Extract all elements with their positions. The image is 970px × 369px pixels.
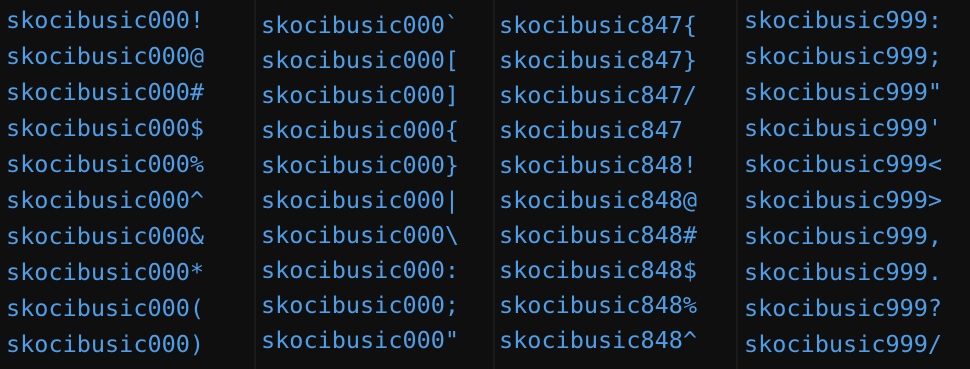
terminal-line: skocibusic847{: [499, 11, 698, 39]
terminal-line: skocibusic999/: [744, 330, 943, 358]
terminal-column-2: skocibusic000` skocibusic000[ skocibusic…: [256, 0, 493, 369]
terminal-line: skocibusic848!: [499, 151, 698, 179]
terminal-line: skocibusic000": [261, 326, 460, 354]
terminal-line: skocibusic000;: [261, 291, 460, 319]
terminal-line: skocibusic000*: [6, 258, 205, 286]
terminal-line: skocibusic848#: [499, 221, 698, 249]
terminal-line: skocibusic000:: [261, 256, 460, 284]
terminal-column-1: skocibusic000! skocibusic000@ skocibusic…: [0, 0, 254, 369]
terminal-line: skocibusic999,: [744, 222, 943, 250]
terminal-screenshot: skocibusic000! skocibusic000@ skocibusic…: [0, 0, 970, 369]
terminal-line: skocibusic000[: [261, 46, 460, 74]
terminal-line: skocibusic999:: [744, 6, 943, 34]
terminal-line: skocibusic999?: [744, 294, 943, 322]
terminal-line: skocibusic999": [744, 78, 943, 106]
terminal-line: skocibusic000{: [261, 116, 460, 144]
terminal-line: skocibusic000`: [261, 11, 460, 39]
terminal-line: skocibusic847}: [499, 46, 698, 74]
terminal-column-3: skocibusic847{ skocibusic847} skocibusic…: [495, 0, 736, 369]
terminal-line: skocibusic000&: [6, 222, 205, 250]
terminal-line: skocibusic848%: [499, 291, 698, 319]
terminal-line: skocibusic000|: [261, 186, 460, 214]
terminal-line: skocibusic999>: [744, 186, 943, 214]
terminal-line: skocibusic000#: [6, 78, 205, 106]
terminal-line: skocibusic000): [6, 330, 205, 358]
terminal-line: skocibusic999;: [744, 42, 943, 70]
terminal-line: skocibusic000^: [6, 186, 205, 214]
terminal-line: skocibusic000%: [6, 150, 205, 178]
terminal-line: skocibusic000@: [6, 42, 205, 70]
terminal-line: skocibusic000}: [261, 151, 460, 179]
terminal-line: skocibusic999.: [744, 258, 943, 286]
terminal-line: skocibusic000]: [261, 81, 460, 109]
terminal-line: skocibusic000(: [6, 294, 205, 322]
terminal-line: skocibusic000$: [6, 114, 205, 142]
terminal-line: skocibusic999<: [744, 150, 943, 178]
terminal-column-4: skocibusic999: skocibusic999; skocibusic…: [738, 0, 970, 369]
terminal-line: skocibusic000!: [6, 6, 205, 34]
terminal-line: skocibusic848$: [499, 256, 698, 284]
terminal-line: skocibusic848^: [499, 326, 698, 354]
terminal-line: skocibusic999': [744, 114, 943, 142]
terminal-line: skocibusic847/: [499, 81, 698, 109]
terminal-line: skocibusic848@: [499, 186, 698, 214]
terminal-line: skocibusic000\: [261, 221, 460, 249]
terminal-line: skocibusic847: [499, 116, 683, 144]
